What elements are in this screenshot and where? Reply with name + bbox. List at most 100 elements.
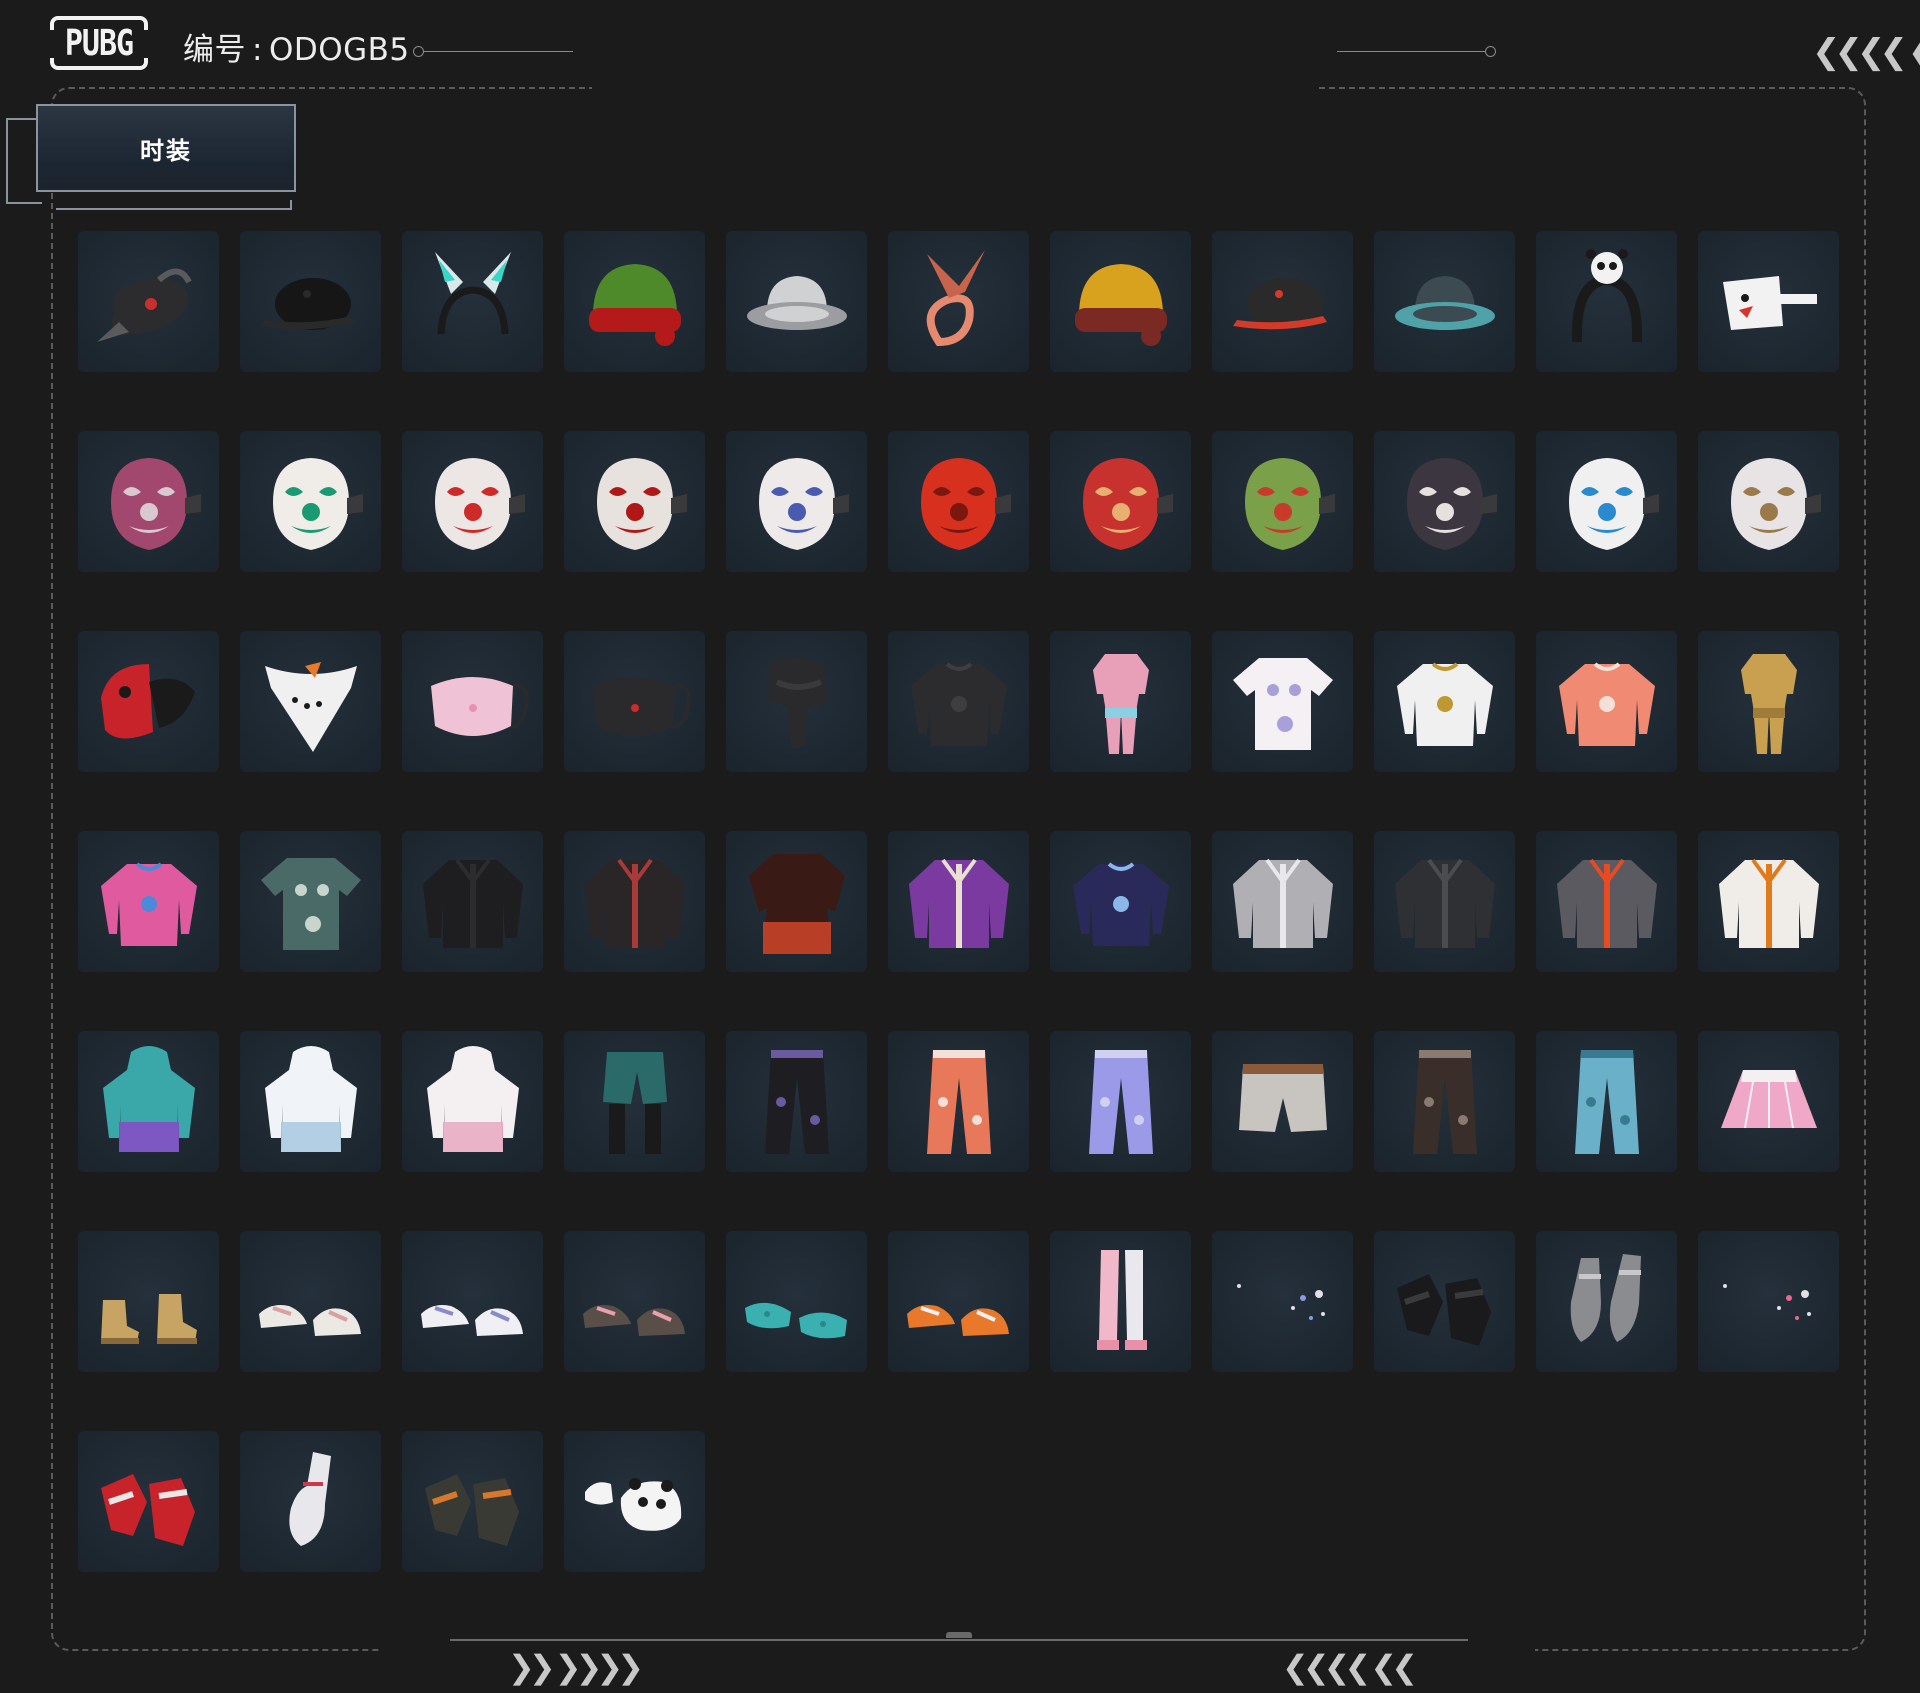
purple-clown-mask-icon (758, 457, 849, 550)
item-slot[interactable] (726, 1031, 867, 1172)
item-slot[interactable] (888, 231, 1029, 372)
item-slot[interactable] (1536, 431, 1677, 572)
tab-bracket-bottom (56, 200, 292, 210)
item-slot[interactable] (1050, 431, 1191, 572)
item-slot[interactable] (402, 831, 543, 972)
id-label: 编号 (183, 32, 246, 68)
header-line-left (423, 51, 573, 52)
footer-line (450, 1639, 1468, 1641)
pink-jumpsuit-icon (1092, 653, 1149, 754)
item-slot[interactable] (1698, 231, 1839, 372)
item-slot[interactable] (564, 831, 705, 972)
item-slot[interactable] (888, 1231, 1029, 1372)
item-slot[interactable] (726, 1231, 867, 1372)
header-chevrons-icon: ❮❮❮❮ ❮ (1812, 32, 1920, 72)
item-slot[interactable] (240, 431, 381, 572)
green-shorts-leggings-icon (602, 1051, 667, 1154)
bunny-pattern-pants-icon (926, 1049, 991, 1154)
item-slot[interactable] (726, 831, 867, 972)
item-slot[interactable] (1374, 1231, 1515, 1372)
item-slot[interactable] (78, 631, 219, 772)
item-slot[interactable] (726, 431, 867, 572)
item-slot[interactable] (240, 231, 381, 372)
item-slot[interactable] (402, 1031, 543, 1172)
item-slot[interactable] (1698, 631, 1839, 772)
item-slot[interactable] (402, 1231, 543, 1372)
tab-fashion[interactable]: 时装 (36, 104, 296, 192)
item-slot[interactable] (240, 1431, 381, 1572)
item-slot[interactable] (1374, 1031, 1515, 1172)
item-slot[interactable] (564, 631, 705, 772)
item-slot[interactable] (402, 631, 543, 772)
item-slot[interactable] (1212, 831, 1353, 972)
item-slot[interactable] (402, 1431, 543, 1572)
item-slot[interactable] (240, 1031, 381, 1172)
item-slot[interactable] (78, 1231, 219, 1372)
item-slot[interactable] (78, 231, 219, 372)
item-slot[interactable] (888, 431, 1029, 572)
item-slot[interactable] (240, 1231, 381, 1372)
item-slot[interactable] (1536, 1231, 1677, 1372)
grey-orange-jacket-icon (1556, 858, 1657, 948)
item-slot[interactable] (888, 631, 1029, 772)
teal-clogs-icon (744, 1302, 847, 1338)
app-root: PUBG 编号: ODOGB5 ❮❮❮❮ ❮ 时装 ❯❯ ❯❯❯❯ ❮❮❮❮ ❮❮ (0, 0, 1920, 1693)
item-slot[interactable] (402, 431, 543, 572)
panda-headband-icon (1571, 248, 1642, 342)
item-slot[interactable] (564, 231, 705, 372)
blue-jeans-icon (1574, 1049, 1639, 1154)
item-slot[interactable] (1374, 631, 1515, 772)
item-slot[interactable] (240, 631, 381, 772)
item-slot[interactable] (1536, 1031, 1677, 1172)
item-slot[interactable] (78, 431, 219, 572)
black-leather-jacket-icon (584, 858, 685, 948)
green-medusa-mask-icon (1244, 457, 1335, 550)
item-slot[interactable] (1536, 831, 1677, 972)
item-slot[interactable] (1050, 1231, 1191, 1372)
item-slot[interactable] (564, 1231, 705, 1372)
account-id: 编号: ODOGB5 (183, 30, 410, 70)
item-slot[interactable] (1212, 1031, 1353, 1172)
item-slot[interactable] (1374, 831, 1515, 972)
item-slot[interactable] (1374, 231, 1515, 372)
id-colon: : (252, 32, 263, 68)
item-slot[interactable] (1374, 431, 1515, 572)
item-slot[interactable] (78, 1431, 219, 1572)
item-slot[interactable] (726, 631, 867, 772)
item-slot[interactable] (564, 1031, 705, 1172)
item-slot[interactable] (1698, 1031, 1839, 1172)
item-slot[interactable] (240, 831, 381, 972)
camo-pants-icon (1412, 1049, 1477, 1154)
orange-bandana-bow-icon (926, 249, 985, 346)
black-scarf-icon (766, 656, 829, 748)
item-slot[interactable] (1212, 431, 1353, 572)
item-slot[interactable] (1536, 231, 1677, 372)
item-slot[interactable] (1212, 631, 1353, 772)
item-slot[interactable] (78, 831, 219, 972)
clown-mask-red-nose-icon (434, 457, 525, 550)
item-slot[interactable] (78, 1031, 219, 1172)
pink-thigh-boots-icon (1096, 1249, 1147, 1350)
item-slot[interactable] (402, 231, 543, 372)
item-slot[interactable] (1698, 831, 1839, 972)
item-slot[interactable] (888, 1031, 1029, 1172)
item-slot[interactable] (1212, 1231, 1353, 1372)
item-slot[interactable] (1050, 1031, 1191, 1172)
item-slot[interactable] (564, 1431, 705, 1572)
black-baseball-cap-icon (260, 277, 355, 330)
cat-tshirt-icon (1232, 657, 1333, 750)
item-slot[interactable] (1050, 831, 1191, 972)
item-slot[interactable] (1698, 431, 1839, 572)
item-slot[interactable] (1050, 231, 1191, 372)
item-slot[interactable] (1212, 231, 1353, 372)
item-slot[interactable] (564, 431, 705, 572)
item-slot[interactable] (1050, 631, 1191, 772)
item-slot[interactable] (1698, 1231, 1839, 1372)
item-slot[interactable] (726, 231, 867, 372)
tan-boots-icon (100, 1293, 197, 1344)
red-ombre-coat-icon (748, 853, 845, 954)
item-slot[interactable] (888, 831, 1029, 972)
tiny-accessories-icon (1236, 1283, 1325, 1320)
item-slot[interactable] (1536, 631, 1677, 772)
white-long-hoodie-icon (264, 1045, 357, 1152)
